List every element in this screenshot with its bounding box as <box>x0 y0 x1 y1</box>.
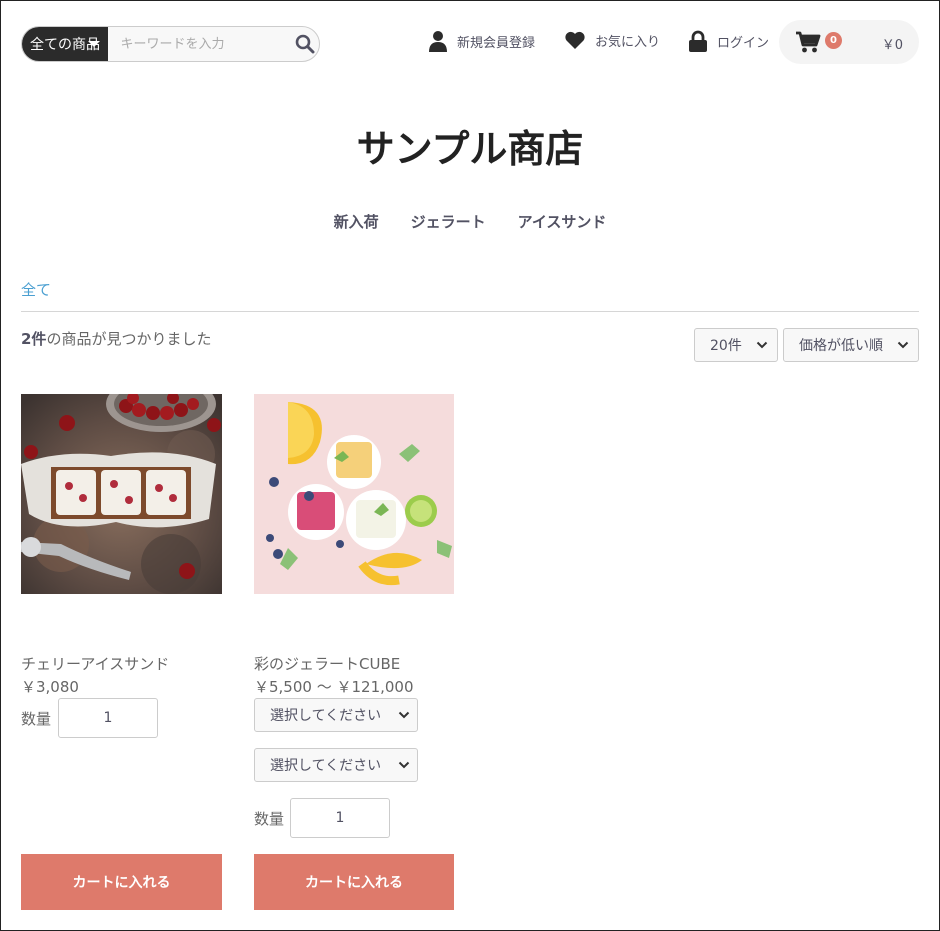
chevron-down-icon <box>897 341 909 349</box>
signup-label: 新規会員登録 <box>457 35 536 51</box>
signup-link[interactable]: 新規会員登録 <box>428 30 535 52</box>
shop-title[interactable]: サンプル商店 <box>0 118 940 173</box>
search-bar: 全ての商品 <box>21 26 320 62</box>
cart-icon <box>796 31 821 53</box>
search-button[interactable] <box>290 27 319 61</box>
chevron-down-icon <box>398 761 410 769</box>
product-image-cherry-ice-sandwich[interactable] <box>21 394 222 594</box>
product-name[interactable]: 彩のジェラートCUBE <box>254 653 400 674</box>
breadcrumb-all[interactable]: 全て <box>21 279 51 300</box>
product-price: ￥3,080 <box>21 678 79 696</box>
user-icon <box>429 31 447 52</box>
product-price: ￥5,500 ～ ￥121,000 <box>254 678 414 696</box>
option-select-1[interactable]: 選択してください <box>254 698 418 732</box>
option-select-2-value: 選択してください <box>270 758 382 774</box>
add-to-cart-button[interactable]: カートに入れる <box>21 854 222 910</box>
option-select-2[interactable]: 選択してください <box>254 748 418 782</box>
favorites-label: お気に入り <box>595 34 661 50</box>
sort-value: 価格が低い順 <box>799 338 883 354</box>
divider <box>21 311 919 312</box>
nav-item-new-arrivals[interactable]: 新入荷 <box>334 211 379 232</box>
cart-count-badge: 0 <box>825 32 842 49</box>
quantity-input[interactable] <box>58 698 158 738</box>
nav-item-gelato[interactable]: ジェラート <box>411 211 486 232</box>
quantity-label: 数量 <box>21 710 52 728</box>
product-image-gelato-cube[interactable] <box>254 394 454 594</box>
search-icon <box>295 34 315 54</box>
chevron-down-icon <box>398 711 410 719</box>
cart-total: ￥0 <box>881 38 903 53</box>
quantity-input[interactable] <box>290 798 390 838</box>
lock-icon <box>689 30 707 52</box>
global-nav: 新入荷 ジェラート アイスサンド <box>0 211 940 232</box>
product-name[interactable]: チェリーアイスサンド <box>21 653 169 674</box>
nav-item-ice-sandwich[interactable]: アイスサンド <box>518 211 607 232</box>
results-count-suffix: の商品が見つかりました <box>46 330 212 348</box>
results-count: 2件の商品が見つかりました <box>21 328 211 349</box>
quantity-label: 数量 <box>254 810 285 828</box>
login-label: ログイン <box>717 35 770 51</box>
per-page-select[interactable]: 20件 <box>694 328 778 362</box>
gelato-cube-photo <box>254 394 454 594</box>
login-link[interactable]: ログイン <box>688 30 769 52</box>
search-input[interactable] <box>108 27 291 61</box>
favorites-link[interactable]: お気に入り <box>564 30 660 50</box>
results-count-number: 2件 <box>21 330 47 348</box>
caret-down-icon <box>88 41 101 47</box>
cherry-ice-sandwich-photo <box>21 394 222 594</box>
add-to-cart-button[interactable]: カートに入れる <box>254 854 454 910</box>
heart-icon <box>565 31 585 49</box>
per-page-value: 20件 <box>710 338 742 354</box>
sort-select[interactable]: 価格が低い順 <box>783 328 919 362</box>
chevron-down-icon <box>756 341 768 349</box>
cart-button[interactable]: 0 ￥0 <box>779 20 919 64</box>
option-select-1-value: 選択してください <box>270 708 382 724</box>
category-select[interactable]: 全ての商品 <box>22 27 109 61</box>
